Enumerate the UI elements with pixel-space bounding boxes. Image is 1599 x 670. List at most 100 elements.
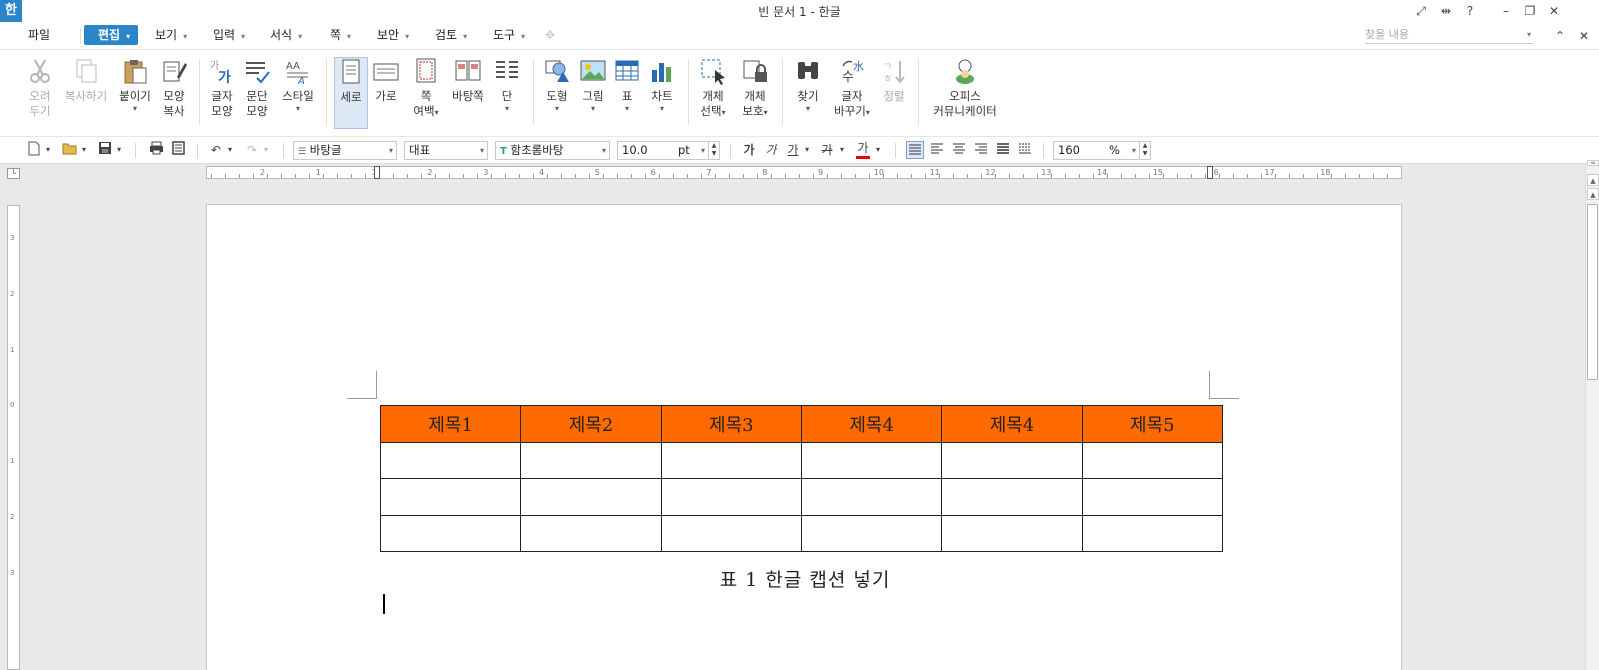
table-cell[interactable] <box>379 514 522 552</box>
align-justify-button[interactable] <box>906 141 924 159</box>
zoom-input[interactable]: 160 % ▾ <box>1053 141 1140 160</box>
menu-review[interactable]: 검토 ▾ <box>435 25 467 45</box>
sort-button[interactable]: ㄱㅎ 정렬 <box>879 57 909 104</box>
table-caption[interactable]: 표 1 한글 캡션 넣기 <box>207 565 1403 592</box>
char-shape-button[interactable]: 가가 글자 모양 <box>206 57 238 119</box>
font-size-stepper[interactable]: ▲ ▼ <box>708 141 720 160</box>
document-page[interactable]: 제목1 제목2 제목3 제목4 제목4 제목5 표 1 한글 캡션 넣기 <box>206 204 1402 670</box>
chevron-down-icon[interactable]: ▾ <box>262 141 270 159</box>
chart-button[interactable]: 차트 ▾ <box>645 57 679 114</box>
copy-button[interactable]: 복사하기 <box>62 57 110 104</box>
style-button[interactable]: AA A 스타일 ▾ <box>278 57 318 114</box>
chevron-down-icon[interactable]: ▾ <box>838 141 846 159</box>
scroll-thumb[interactable] <box>1587 204 1598 380</box>
new-document-icon[interactable] <box>27 141 41 159</box>
menu-file[interactable]: 파일 <box>28 25 50 45</box>
menu-format[interactable]: 서식 ▾ <box>270 25 302 45</box>
ruler-margin-marker[interactable] <box>1207 166 1213 179</box>
italic-button[interactable]: 가 <box>764 141 778 159</box>
vertical-ruler[interactable]: 3 2 1 0 1 2 3 <box>7 205 20 670</box>
table-cell[interactable] <box>520 478 662 516</box>
table-cell[interactable] <box>1081 514 1224 552</box>
paste-button[interactable]: 붙이기 ▾ <box>116 57 154 114</box>
save-icon[interactable] <box>97 141 112 159</box>
object-select-button[interactable]: 개체 선택▾ <box>695 57 731 119</box>
chevron-down-icon[interactable]: ▾ <box>874 141 882 159</box>
close-icon[interactable]: ✕ <box>1545 2 1563 20</box>
menu-security[interactable]: 보안 ▾ <box>377 25 409 45</box>
table-cell[interactable] <box>520 514 662 552</box>
picture-button[interactable]: 그림 ▾ <box>577 57 609 114</box>
scroll-up-icon[interactable]: ▲ <box>1587 174 1599 186</box>
table-cell[interactable] <box>660 478 802 516</box>
language-select[interactable]: 대표 ▾ <box>404 141 488 160</box>
strikethrough-button[interactable]: 가 <box>820 141 834 159</box>
object-protect-button[interactable]: 개체 보호▾ <box>737 57 773 119</box>
table-header-cell[interactable]: 제목3 <box>660 405 802 443</box>
minimize-icon[interactable]: – <box>1497 2 1515 20</box>
chevron-down-icon[interactable]: ▾ <box>80 141 88 159</box>
table-cell[interactable] <box>941 514 1083 552</box>
format-copy-button[interactable]: 모양 복사 <box>158 57 190 119</box>
para-shape-button[interactable]: 문단 모양 <box>241 57 273 119</box>
fullscreen-icon[interactable]: ⤢ <box>1412 2 1430 20</box>
chevron-down-icon[interactable]: ▾ <box>226 141 234 159</box>
table-cell[interactable] <box>660 441 802 479</box>
master-page-button[interactable]: 바탕쪽 <box>450 57 486 104</box>
document-table[interactable]: 제목1 제목2 제목3 제목4 제목4 제목5 <box>379 405 1224 552</box>
table-cell[interactable] <box>1081 441 1224 479</box>
table-header-cell[interactable]: 제목5 <box>1081 405 1224 443</box>
puzzle-icon[interactable]: ✥ <box>545 25 555 45</box>
shape-button[interactable]: 도형 ▾ <box>541 57 573 114</box>
table-header-cell[interactable]: 제목4 <box>941 405 1083 443</box>
distribute-button[interactable] <box>994 141 1012 159</box>
align-left-button[interactable] <box>928 141 946 159</box>
undo-icon[interactable]: ↶ <box>208 141 224 159</box>
collapse-ribbon-icon[interactable]: ⌃ <box>1551 27 1569 45</box>
page-margin-button[interactable]: 쪽 여백▾ <box>408 57 444 119</box>
restore-icon[interactable]: ❐ <box>1521 2 1539 20</box>
table-cell[interactable] <box>520 441 662 479</box>
landscape-button[interactable]: 가로 <box>371 57 401 104</box>
horizontal-ruler[interactable]: 21123456789101112131415161718 <box>206 166 1402 179</box>
print-icon[interactable] <box>148 141 164 159</box>
table-cell[interactable] <box>941 478 1083 516</box>
close-document-icon[interactable]: ✕ <box>1575 27 1593 45</box>
search-input[interactable]: 찾을 내용 ▾ <box>1365 26 1533 44</box>
menu-insert[interactable]: 입력 ▾ <box>213 25 245 45</box>
print-preview-icon[interactable] <box>170 141 186 159</box>
chevron-down-icon[interactable]: ▾ <box>44 141 52 159</box>
menu-edit[interactable]: 편집 ▾ <box>84 25 139 45</box>
style-select[interactable]: ☰ 바탕글 ▾ <box>293 141 397 160</box>
chevron-down-icon[interactable]: ▾ <box>803 141 811 159</box>
table-cell[interactable] <box>800 514 943 552</box>
table-cell[interactable] <box>941 441 1083 479</box>
table-header-cell[interactable]: 제목1 <box>379 405 522 443</box>
font-select[interactable]: T 함초롬바탕 ▾ <box>495 141 610 160</box>
table-cell[interactable] <box>379 441 522 479</box>
table-cell[interactable] <box>660 514 802 552</box>
menu-view[interactable]: 보기 ▾ <box>155 25 187 45</box>
table-cell[interactable] <box>1081 478 1224 516</box>
underline-button[interactable]: 가 <box>786 141 800 159</box>
chevron-down-icon[interactable]: ▾ <box>115 141 123 159</box>
find-button[interactable]: 찾기 ▾ <box>792 57 824 114</box>
table-cell[interactable] <box>800 478 943 516</box>
table-button[interactable]: 표 ▾ <box>612 57 642 114</box>
redo-icon[interactable]: ↷ <box>244 141 260 159</box>
ruler-corner[interactable]: └ <box>7 168 20 179</box>
zoom-stepper[interactable]: ▲ ▼ <box>1139 141 1151 160</box>
width-fit-icon[interactable]: ⇹ <box>1437 2 1455 20</box>
portrait-button[interactable]: 세로 <box>334 57 368 129</box>
font-size-input[interactable]: 10.0 pt ▾ <box>617 141 709 160</box>
help-icon[interactable]: ? <box>1461 2 1479 20</box>
table-cell[interactable] <box>800 441 943 479</box>
table-cell[interactable] <box>379 478 522 516</box>
align-right-button[interactable] <box>972 141 990 159</box>
table-header-cell[interactable]: 제목2 <box>520 405 662 443</box>
bold-button[interactable]: 가 <box>742 141 756 159</box>
font-color-button[interactable]: 가 <box>856 141 870 159</box>
columns-button[interactable]: 단 ▾ <box>492 57 522 114</box>
ruler-margin-marker[interactable] <box>374 166 380 179</box>
split-align-button[interactable] <box>1016 141 1034 159</box>
